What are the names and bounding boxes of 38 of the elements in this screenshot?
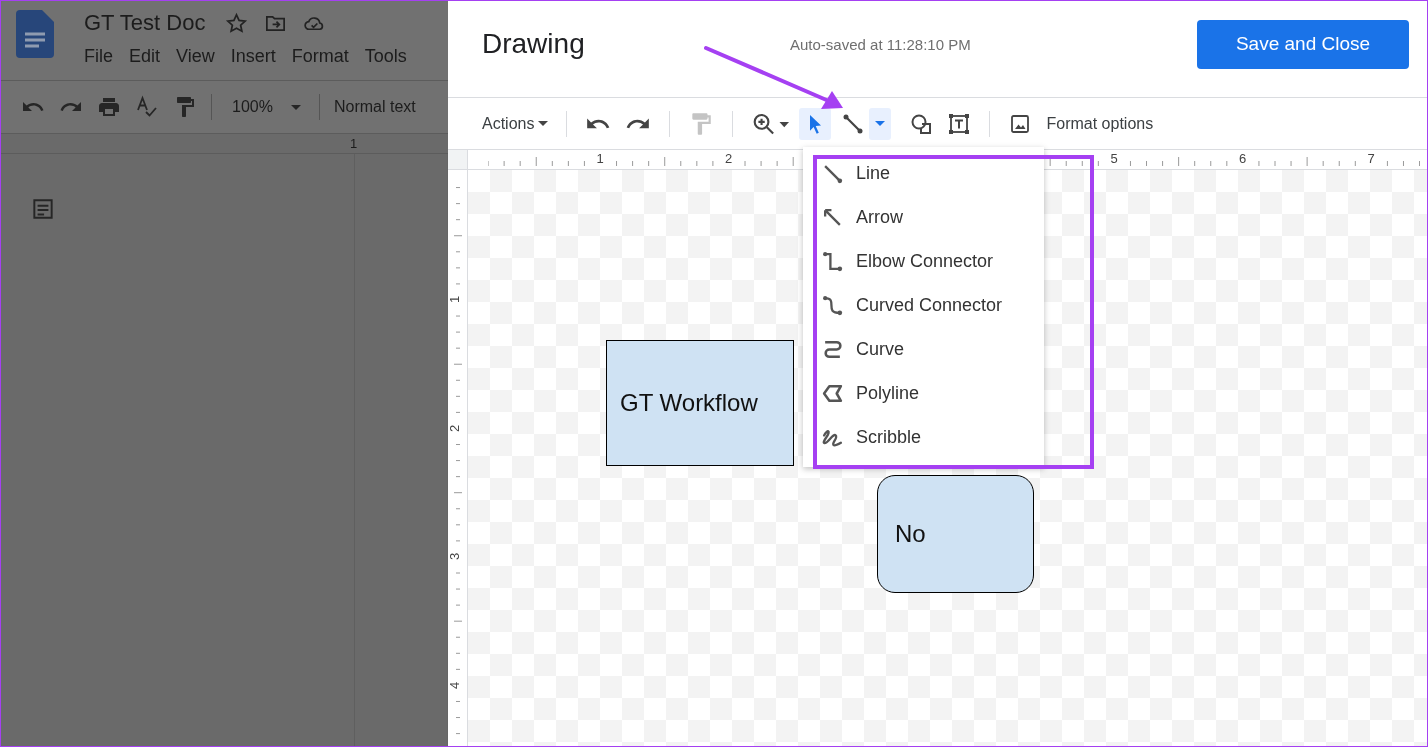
- select-tool[interactable]: [799, 107, 832, 140]
- menu-item[interactable]: Line: [803, 151, 1044, 195]
- caret-icon: [290, 104, 301, 110]
- curved-connector-icon: [822, 294, 843, 316]
- menu-item[interactable]: Curved Connector: [803, 283, 1044, 327]
- ruler-number: 1: [595, 151, 605, 166]
- actions-menu-button[interactable]: Actions: [478, 110, 553, 137]
- text-shape[interactable]: GT Workflow: [606, 340, 794, 466]
- outline-icon[interactable]: [30, 196, 56, 222]
- spellcheck-icon[interactable]: [135, 95, 159, 119]
- caret-icon: [538, 121, 549, 126]
- curve-icon: [822, 338, 843, 360]
- menu-item[interactable]: Arrow: [803, 195, 1044, 239]
- line-dropdown-button[interactable]: [869, 107, 892, 140]
- style-dropdown[interactable]: Normal text: [333, 98, 416, 116]
- zoom-dropdown[interactable]: 100%: [226, 98, 305, 116]
- elbow-connector-icon: [822, 250, 843, 272]
- polyline-icon: [822, 382, 843, 404]
- ruler-number: 6: [1238, 151, 1248, 166]
- caret-icon: [875, 121, 886, 126]
- menu-item[interactable]: Scribble: [803, 415, 1044, 459]
- menu-item[interactable]: Elbow Connector: [803, 239, 1044, 283]
- menu-item[interactable]: Polyline: [803, 371, 1044, 415]
- text-box-icon: [947, 111, 972, 136]
- dialog-title: Drawing: [482, 28, 586, 60]
- menu-item[interactable]: Curve: [803, 327, 1044, 371]
- text-shape[interactable]: No: [877, 475, 1034, 593]
- autosave-status: Auto-saved at 11:28:10 PM: [790, 35, 972, 53]
- format-options-button[interactable]: Format options: [1042, 110, 1158, 137]
- docs-logo-icon[interactable]: [16, 10, 54, 58]
- star-icon[interactable]: [225, 11, 249, 35]
- ruler-number: 2: [724, 151, 734, 166]
- ruler-number: 5: [1109, 151, 1119, 166]
- print-icon[interactable]: [97, 95, 121, 119]
- arrow-icon: [822, 206, 843, 228]
- ruler-number: 7: [1366, 151, 1376, 166]
- save-and-close-button[interactable]: Save and Close: [1197, 19, 1409, 69]
- ruler-number: 1: [350, 136, 358, 151]
